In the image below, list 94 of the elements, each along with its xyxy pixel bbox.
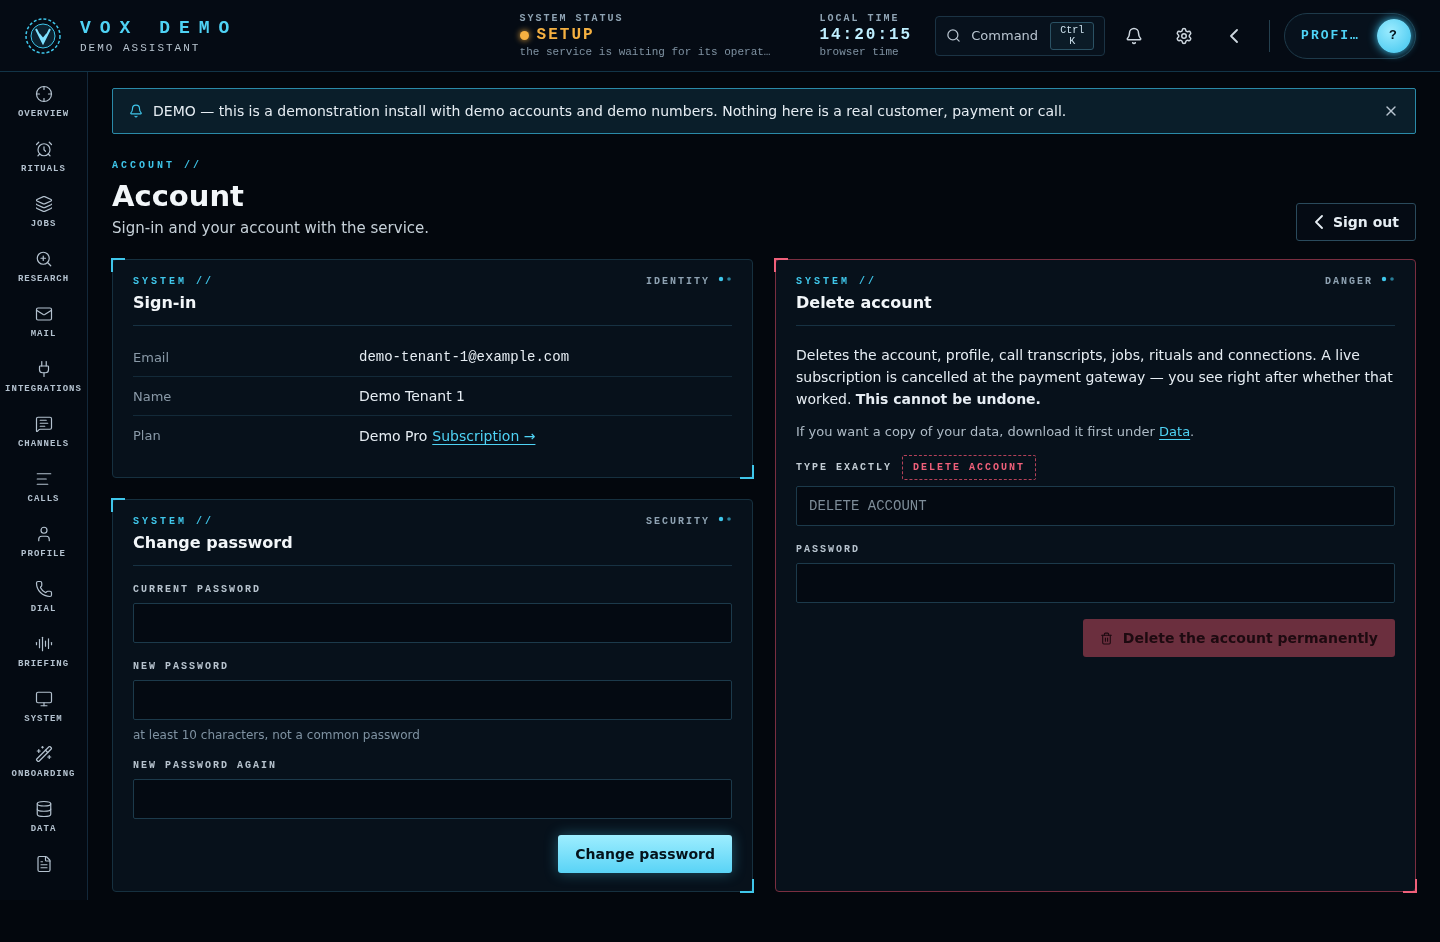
dots-icon <box>718 276 732 282</box>
layers-icon <box>34 195 53 213</box>
sidebar-item[interactable]: BRIEFING <box>0 635 87 679</box>
field-label: Plan <box>133 428 162 443</box>
status-dot <box>519 30 529 40</box>
zoom-in-icon <box>34 250 53 268</box>
field-hint: at least 10 characters, not a common password <box>133 728 421 742</box>
status-note: the service is waiting for its operat… <box>519 46 772 58</box>
password-field[interactable] <box>796 563 1395 603</box>
field-label: PASSWORD <box>796 544 861 555</box>
time-note: browser time <box>819 46 900 58</box>
sidebar-item[interactable]: RITUALS <box>0 140 87 184</box>
page-title: Account <box>112 179 245 213</box>
password-field[interactable] <box>133 680 732 720</box>
corner-mark <box>111 258 125 272</box>
brand-subtitle: DEMO ASSISTANT <box>80 41 202 54</box>
card-title: Sign-in <box>133 293 198 312</box>
page-eyebrow: ACCOUNT // <box>112 160 203 171</box>
corner-mark <box>740 879 754 893</box>
field-value: demo-tenant-1@example.com <box>359 349 571 365</box>
monitor-icon <box>34 690 53 708</box>
phone-icon <box>34 580 53 598</box>
page-subtitle: Sign-in and your account with the service. <box>112 219 430 237</box>
warning-text: Deletes the account, profile, call transcripts, jobs, rituals and connections. A live subscription is cancelled at the payment gateway — you see right after whether that worked. This cannot be undone. <box>796 346 1394 409</box>
sidebar-item[interactable]: PROFILE <box>0 525 87 569</box>
data-link[interactable]: Data <box>1159 424 1191 439</box>
profile-button[interactable]: PROFI… ? <box>1284 12 1416 59</box>
card-tag: SECURITY <box>646 516 710 527</box>
card-tag: IDENTITY <box>646 276 710 287</box>
subscription-link[interactable]: Subscription → <box>432 427 536 444</box>
avatar: ? <box>1377 18 1411 53</box>
database-icon <box>34 800 53 818</box>
bell-icon <box>129 104 143 118</box>
status-label: SYSTEM STATUS <box>519 13 625 24</box>
field-label: CURRENT PASSWORD <box>133 584 262 595</box>
sidebar-item[interactable]: OVERVIEW <box>0 85 87 129</box>
search-icon <box>946 28 962 43</box>
chevron-left-icon <box>1314 215 1323 229</box>
shortcut-key: Ctrl K <box>1050 21 1095 50</box>
brand-title: VOX DEMO <box>80 17 239 38</box>
sidebar-item[interactable]: SYSTEM <box>0 690 87 734</box>
sidebar-item[interactable]: CALLS <box>0 470 87 514</box>
wand-icon <box>34 745 53 763</box>
card-eyebrow: SYSTEM // <box>133 516 215 527</box>
field-value: Demo Pro <box>359 427 428 444</box>
field-label: Name <box>133 388 173 404</box>
card-eyebrow: SYSTEM // <box>133 276 214 287</box>
export-note: If you want a copy of your data, download it first under Data. <box>796 424 1196 439</box>
alarm-clock-icon <box>34 140 53 158</box>
bell-icon <box>1125 26 1144 45</box>
sidebar-item[interactable]: DIAL <box>0 580 87 624</box>
lines-icon <box>34 470 53 488</box>
message-icon <box>34 415 53 433</box>
document-icon <box>34 855 53 873</box>
sidebar-item[interactable]: MAIL <box>0 305 87 349</box>
corner-mark <box>740 465 754 479</box>
dots-icon <box>1381 276 1395 282</box>
settings-icon <box>1175 26 1194 45</box>
status-value: SETUP <box>536 26 595 44</box>
field-label: NEW PASSWORD AGAIN <box>133 760 279 771</box>
sidebar-item[interactable]: JOBS <box>0 195 87 239</box>
crosshair-icon <box>34 85 53 103</box>
card-title: Change password <box>133 533 293 552</box>
logo-icon <box>24 16 62 55</box>
corner-mark <box>774 258 788 272</box>
field-label: Email <box>133 349 171 365</box>
sidebar-item[interactable]: ONBOARDING <box>0 745 87 789</box>
banner-text: DEMO — this is a demonstration install with demo accounts and demo numbers. Nothing here is a real customer, payment or call. <box>153 103 1068 119</box>
time-value: 14:20:15 <box>819 26 914 44</box>
change-password-button[interactable]: Change password <box>558 835 732 873</box>
field-label: NEW PASSWORD <box>133 661 230 672</box>
sidebar-item[interactable]: CHANNELS <box>0 415 87 459</box>
confirm-phrase: DELETE ACCOUNT <box>902 455 1037 480</box>
confirm-field[interactable]: DELETE ACCOUNT <box>796 486 1395 526</box>
password-field[interactable] <box>133 603 732 643</box>
chevron-left-icon <box>1230 28 1239 43</box>
sidebar-item[interactable]: INTEGRATIONS <box>0 360 87 404</box>
sign-out-button[interactable]: Sign out <box>1295 203 1416 241</box>
dots-icon <box>718 516 732 522</box>
field-value: Demo Tenant 1 <box>359 388 466 404</box>
corner-mark <box>111 498 125 512</box>
card-eyebrow: SYSTEM // <box>796 276 878 287</box>
command-button[interactable]: Command Ctrl K <box>935 15 1106 56</box>
sidebar-item[interactable]: RESEARCH <box>0 250 87 294</box>
card-tag: DANGER <box>1325 276 1373 287</box>
sidebar-item[interactable]: DATA <box>0 800 87 844</box>
audio-lines-icon <box>34 635 53 653</box>
corner-mark <box>1403 879 1417 893</box>
trash-icon <box>1099 631 1113 645</box>
card-title: Delete account <box>796 293 932 312</box>
mail-icon <box>34 305 53 323</box>
password-field[interactable] <box>133 779 732 819</box>
confirm-label: TYPE EXACTLY <box>796 462 892 473</box>
time-label: LOCAL TIME <box>819 13 901 24</box>
